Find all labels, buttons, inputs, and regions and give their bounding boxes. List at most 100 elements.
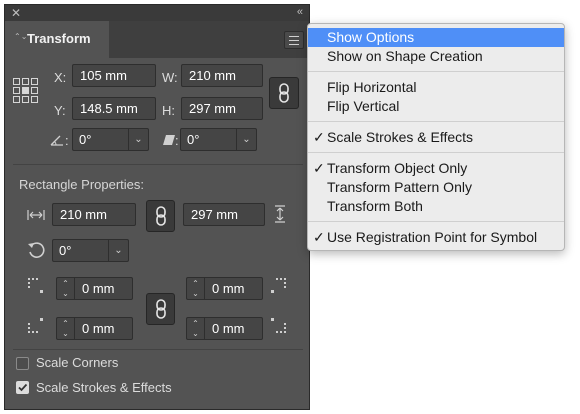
link-icon [279,83,289,103]
down-arrow: ⌄ [192,329,199,338]
corner-top-left-icon [28,278,43,293]
corner-top-right-stepper[interactable]: ⌃ ⌄ 0 mm [186,277,263,300]
hamburger-icon-line [289,40,299,41]
rect-rotation-icon [28,242,45,258]
menu-item-flip-horizontal[interactable]: Flip Horizontal [308,78,564,97]
stepper-arrows-icon[interactable]: ⌃ ⌄ [187,278,205,299]
corner-bottom-right-stepper[interactable]: ⌃ ⌄ 0 mm [186,317,263,340]
chevron-down-icon[interactable]: ⌄ [236,129,256,150]
menu-item-transform-object-only[interactable]: ✓ Transform Object Only [308,159,564,178]
corner-top-left-value: 0 mm [82,281,115,296]
chevron-down-icon[interactable]: ⌄ [128,129,148,150]
rect-width-icon [27,210,45,220]
x-position-field[interactable]: 105 mm [72,64,156,87]
shear-angle-value: 0° [187,132,200,147]
checkmark-icon [18,383,28,392]
up-arrow: ⌃ [192,279,199,288]
rect-height-icon [275,205,285,223]
panel-tab-row: ⌃⌄ Transform [5,21,309,58]
menu-item-show-on-shape-creation[interactable]: Show on Shape Creation [308,47,564,66]
down-arrow: ⌄ [62,329,69,338]
down-arrow: ⌄ [192,289,199,298]
height-field[interactable]: 297 mm [181,97,263,120]
menu-separator [308,221,564,222]
tab-transform[interactable]: ⌃⌄ Transform [5,21,109,58]
hamburger-icon-line [289,44,299,45]
rotate-angle-icon [50,135,63,146]
section-divider [13,164,303,165]
menu-item-transform-pattern-only[interactable]: Transform Pattern Only [308,178,564,197]
corner-bottom-left-icon [28,318,43,333]
corner-bottom-right-value: 0 mm [212,321,245,336]
panel-options-menu: Show Options Show on Shape Creation Flip… [307,23,565,251]
check-icon: ✓ [313,129,325,145]
collapse-panel-icon[interactable]: « [297,5,303,19]
menu-item-flip-vertical[interactable]: Flip Vertical [308,97,564,116]
up-arrow: ⌃ [62,279,69,288]
menu-item-label: Use Registration Point for Symbol [327,229,538,245]
hamburger-icon [289,36,299,37]
rect-rotation-value: 0° [59,243,72,258]
scale-corners-label: Scale Corners [36,355,119,370]
scale-corners-checkbox[interactable] [16,357,29,370]
menu-item-label: Show Options [327,29,415,45]
link-icon [155,299,166,319]
menu-separator [308,71,564,72]
menu-item-label: Transform Pattern Only [327,179,472,195]
down-arrow: ⌄ [62,289,69,298]
scale-strokes-label: Scale Strokes & Effects [36,380,172,395]
y-label: Y: [54,103,66,118]
menu-item-scale-strokes-effects[interactable]: ✓ Scale Strokes & Effects [308,128,564,147]
menu-item-label: Scale Strokes & Effects [327,129,474,145]
rotation-angle-dropdown[interactable]: 0° ⌄ [72,128,149,151]
menu-separator [308,121,564,122]
transform-panel: ✕ « ⌃⌄ Transform X: 105 mm W: 210 mm Y: [4,4,310,410]
rect-width-field[interactable]: 210 mm [52,203,136,226]
menu-item-label: Transform Both [327,198,423,214]
corner-bottom-left-stepper[interactable]: ⌃ ⌄ 0 mm [56,317,133,340]
chevron-down-icon[interactable]: ⌄ [108,240,128,261]
rect-height-field[interactable]: 297 mm [183,203,265,226]
corner-top-right-icon [271,278,286,293]
stepper-arrows-icon[interactable]: ⌃ ⌄ [57,318,75,339]
scale-strokes-checkbox[interactable] [16,381,29,394]
close-panel-icon[interactable]: ✕ [11,6,21,20]
y-position-field[interactable]: 148.5 mm [72,97,156,120]
up-arrow: ⌃ [62,319,69,328]
rect-constrain-button[interactable] [146,200,175,232]
check-icon: ✓ [313,160,325,176]
menu-item-use-registration-point[interactable]: ✓ Use Registration Point for Symbol [308,228,564,247]
tab-expand-arrows-icon[interactable]: ⌃⌄ [14,32,27,41]
constrain-proportions-button[interactable] [269,77,299,109]
panel-title-bar: ✕ « [5,5,309,21]
stepper-arrows-icon[interactable]: ⌃ ⌄ [57,278,75,299]
corner-top-right-value: 0 mm [212,281,245,296]
stepper-arrows-icon[interactable]: ⌃ ⌄ [187,318,205,339]
x-label: X: [54,70,67,85]
menu-item-transform-both[interactable]: Transform Both [308,197,564,216]
check-icon: ✓ [313,229,325,245]
width-field[interactable]: 210 mm [181,64,263,87]
link-icon [155,206,166,226]
menu-item-label: Show on Shape Creation [327,48,483,64]
corner-bottom-left-value: 0 mm [82,321,115,336]
tab-transform-label: Transform [27,31,91,46]
menu-item-label: Transform Object Only [327,160,468,176]
up-arrow: ⌃ [192,319,199,328]
menu-item-show-options[interactable]: Show Options [308,28,564,47]
corner-radius-link-button[interactable] [146,293,175,325]
rect-rotation-dropdown[interactable]: 0° ⌄ [52,239,129,262]
h-label: H: [162,103,175,118]
rectangle-properties-title: Rectangle Properties: [19,177,145,192]
reference-point-icon[interactable] [12,77,38,103]
menu-item-label: Flip Horizontal [327,79,417,95]
shear-colon: : [175,133,179,148]
panel-menu-button[interactable] [284,31,304,49]
section-divider [13,349,303,350]
angle-colon: : [65,133,69,148]
shear-angle-dropdown[interactable]: 0° ⌄ [180,128,257,151]
w-label: W: [162,70,178,85]
corner-top-left-stepper[interactable]: ⌃ ⌄ 0 mm [56,277,133,300]
menu-item-label: Flip Vertical [327,98,400,114]
corner-bottom-right-icon [271,318,286,333]
